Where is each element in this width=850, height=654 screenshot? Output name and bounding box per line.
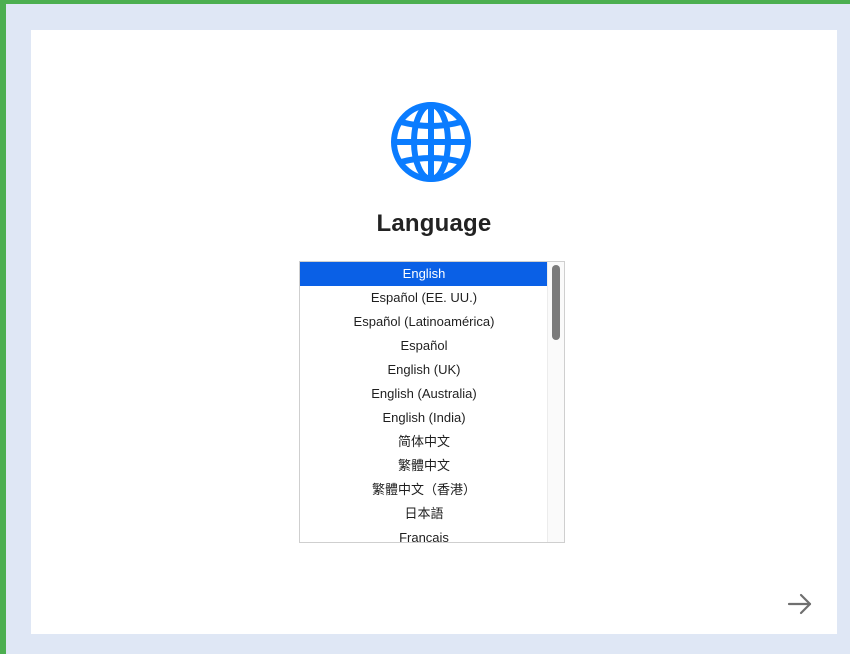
language-item-espanol-us[interactable]: Español (EE. UU.) xyxy=(300,286,548,310)
language-item-english-uk[interactable]: English (UK) xyxy=(300,358,548,382)
window-frame-top xyxy=(0,0,850,4)
page-title: Language xyxy=(376,210,492,237)
language-item-espanol-latam[interactable]: Español (Latinoamérica) xyxy=(300,310,548,334)
language-item-english-india[interactable]: English (India) xyxy=(300,406,548,430)
right-arrow-icon[interactable] xyxy=(786,590,814,618)
language-item-traditional-chinese[interactable]: 繁體中文 xyxy=(300,454,548,478)
language-item-english-australia[interactable]: English (Australia) xyxy=(300,382,548,406)
language-item-french[interactable]: Français xyxy=(300,526,548,542)
language-item-english[interactable]: English xyxy=(300,262,548,286)
language-item-japanese[interactable]: 日本語 xyxy=(300,502,548,526)
language-list-items[interactable]: English Español (EE. UU.) Español (Latin… xyxy=(300,262,548,542)
language-list-scrollbar[interactable] xyxy=(547,262,564,542)
language-item-espanol[interactable]: Español xyxy=(300,334,548,358)
window-frame-left xyxy=(0,0,6,654)
scrollbar-thumb[interactable] xyxy=(552,265,560,340)
language-item-simplified-chinese[interactable]: 简体中文 xyxy=(300,430,548,454)
globe-icon xyxy=(391,102,471,182)
language-list[interactable]: English Español (EE. UU.) Español (Latin… xyxy=(299,261,565,543)
language-item-traditional-chinese-hk[interactable]: 繁體中文（香港） xyxy=(300,478,548,502)
setup-panel: Language English Español (EE. UU.) Españ… xyxy=(31,30,837,634)
